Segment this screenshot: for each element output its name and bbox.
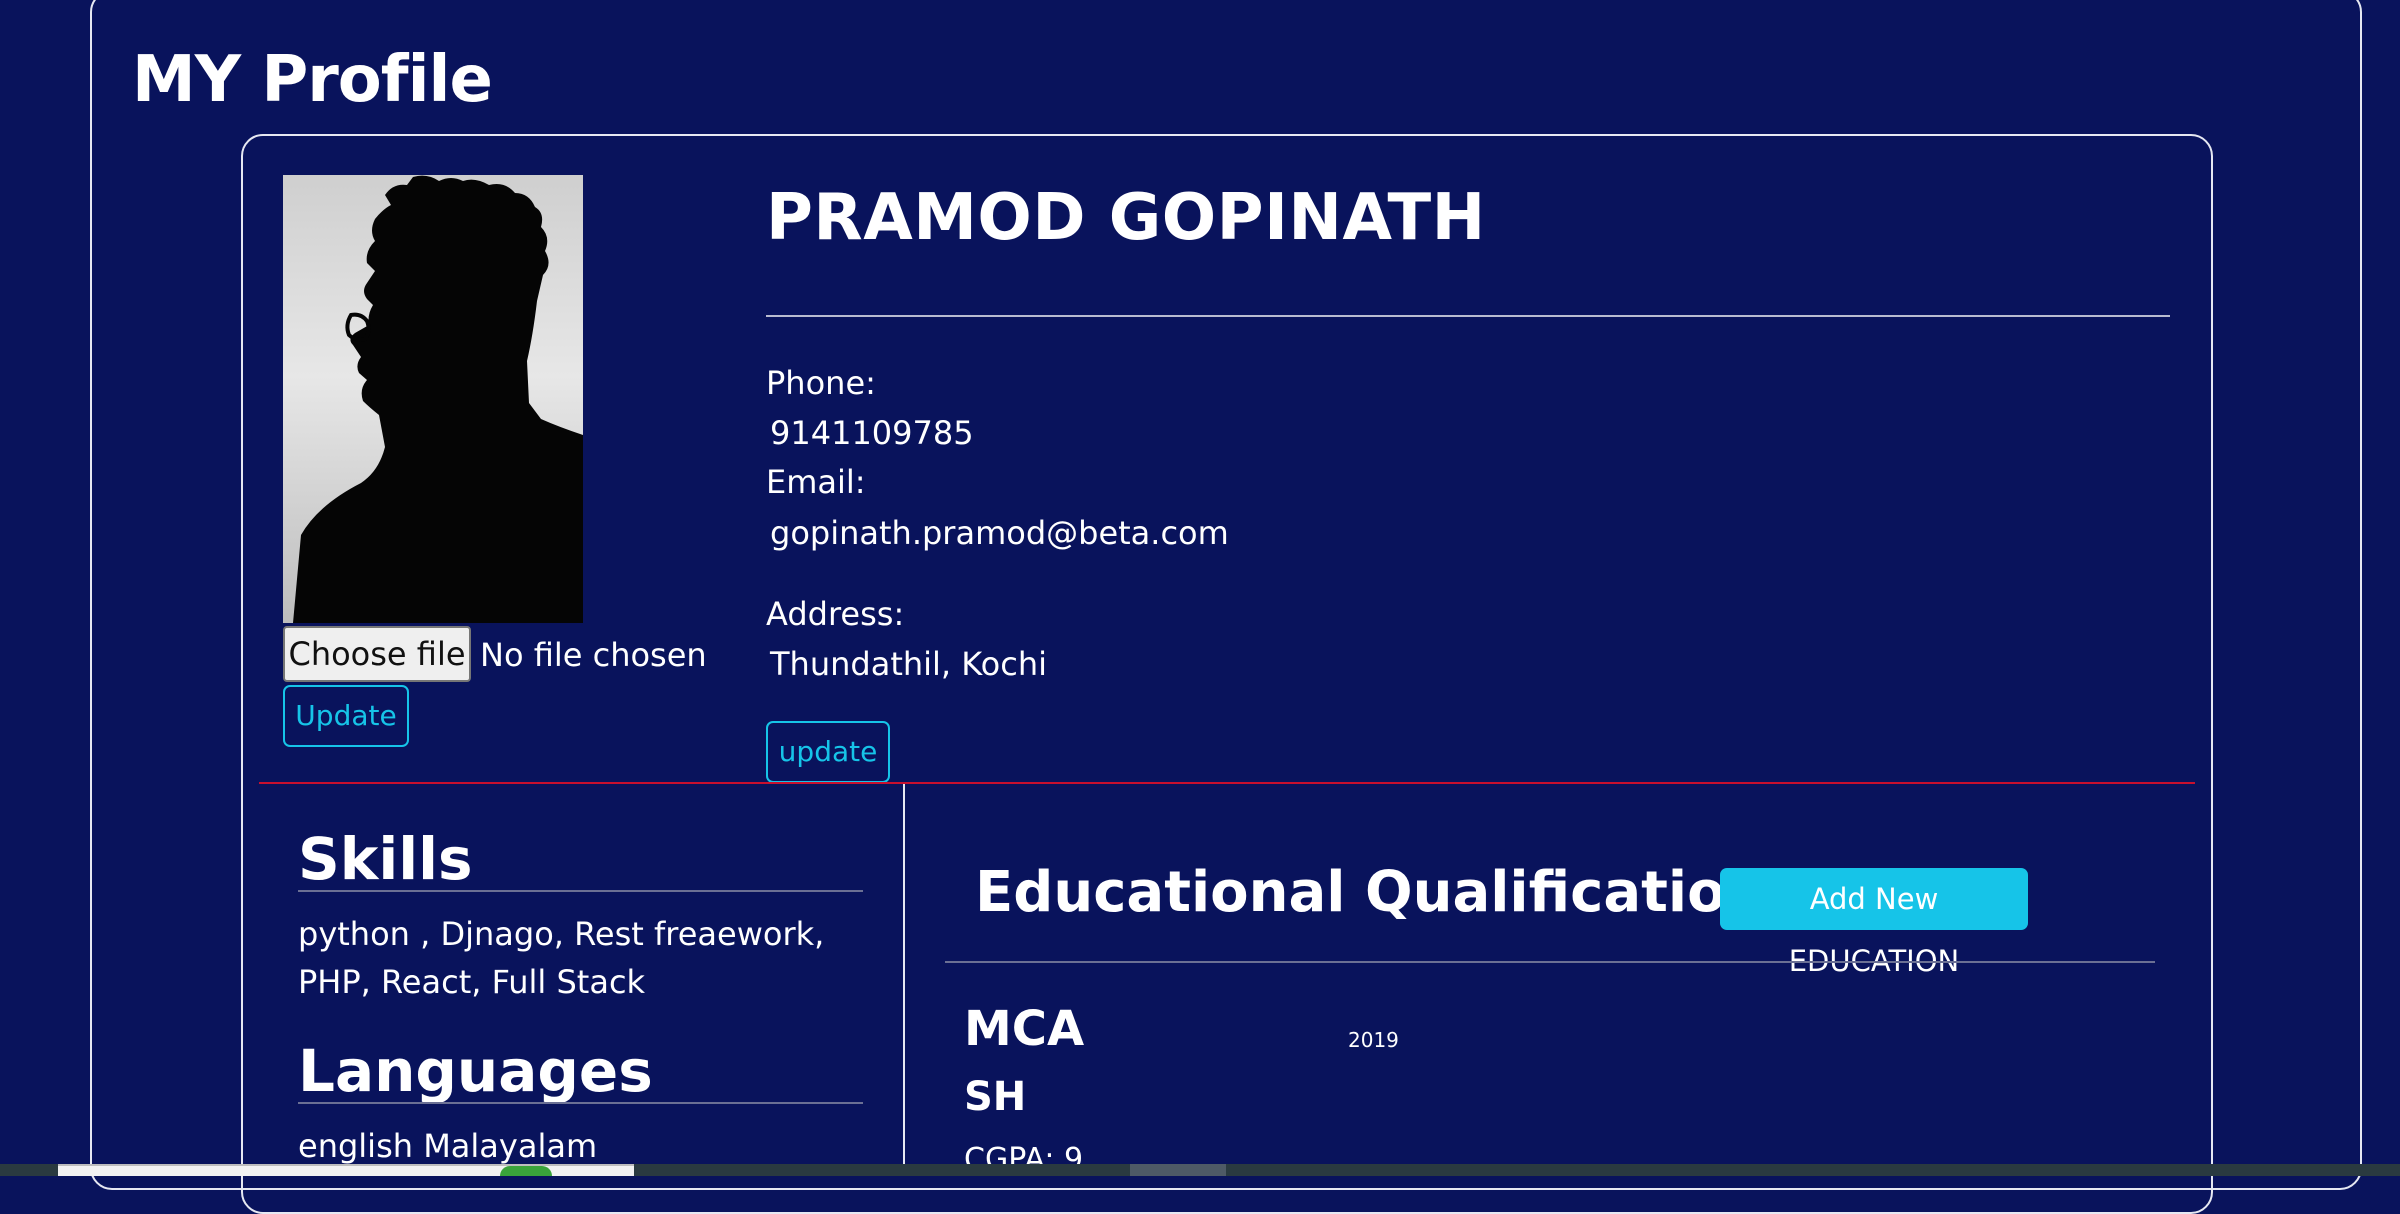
- person-silhouette-icon: [293, 175, 583, 623]
- section-divider: [259, 782, 2195, 784]
- address-value: Thundathil, Kochi: [770, 645, 1047, 683]
- languages-title: Languages: [298, 1037, 653, 1105]
- file-status-text: No file chosen: [480, 636, 707, 674]
- skills-rule: [298, 890, 863, 892]
- choose-file-button[interactable]: Choose file: [283, 626, 471, 682]
- page-title: MY Profile: [132, 43, 493, 117]
- skills-text: python , Djnago, Rest freaework, PHP, Re…: [298, 915, 825, 1001]
- education-degree: MCA: [964, 1001, 1085, 1057]
- name-divider: [766, 315, 2170, 317]
- profile-photo: [283, 175, 583, 623]
- profile-update-button[interactable]: update: [766, 721, 890, 783]
- profile-name: PRAMOD GOPINATH: [766, 181, 1486, 255]
- phone-label: Phone:: [766, 364, 876, 402]
- photo-update-button[interactable]: Update: [283, 685, 409, 747]
- add-education-button[interactable]: Add New EDUCATION: [1720, 868, 2028, 978]
- education-subject: SH: [964, 1074, 1027, 1120]
- address-label: Address:: [766, 595, 905, 633]
- phone-value: 9141109785: [770, 414, 974, 452]
- languages-text: english Malayalam: [298, 1127, 598, 1165]
- app-icon: [500, 1166, 552, 1176]
- column-divider: [903, 784, 905, 1176]
- skills-title: Skills: [298, 825, 473, 893]
- education-year: 2019: [1348, 1028, 1399, 1052]
- email-label: Email:: [766, 463, 866, 501]
- languages-rule: [298, 1102, 863, 1104]
- education-rule: [945, 961, 2155, 963]
- scroll-thumb[interactable]: [1130, 1164, 1226, 1176]
- education-title: Educational Qualification: [975, 860, 1766, 925]
- email-value: gopinath.pramod@beta.com: [770, 514, 1229, 552]
